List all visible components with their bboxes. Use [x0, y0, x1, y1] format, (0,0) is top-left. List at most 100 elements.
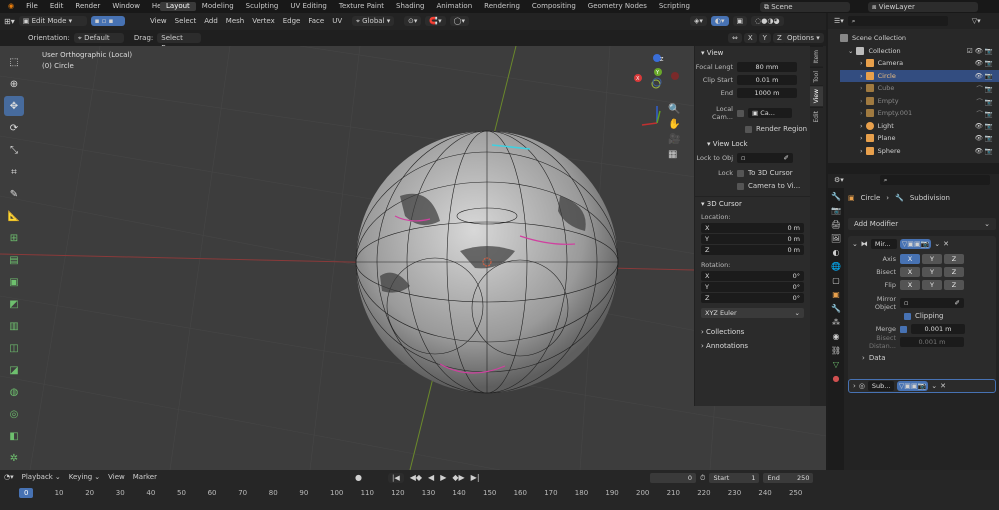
- local-camera-checkbox[interactable]: [737, 109, 744, 117]
- select-mode-buttons[interactable]: ▪ ▫ ▪: [90, 16, 125, 26]
- mirror-modifier-name[interactable]: Mir...: [870, 239, 897, 249]
- world-tab-icon[interactable]: 🌐: [831, 262, 841, 271]
- clip-end-field[interactable]: 1000 m: [737, 88, 797, 98]
- tab-sculpting[interactable]: Sculpting: [240, 2, 285, 11]
- location-y-field[interactable]: Y 0 m: [701, 234, 804, 244]
- flip-x[interactable]: X: [900, 280, 920, 290]
- mirror-axis-z[interactable]: Z: [944, 254, 964, 264]
- knife-tool-icon[interactable]: ◫: [4, 338, 24, 358]
- eye-icon[interactable]: 👁 📷: [975, 122, 993, 130]
- blender-logo-icon[interactable]: ◉: [2, 2, 20, 11]
- camera-to-view-checkbox[interactable]: [737, 182, 744, 190]
- properties-editor-icon[interactable]: ⚙▾: [834, 176, 844, 184]
- view-lock-section-header[interactable]: ▾ View Lock: [695, 137, 810, 151]
- render-tab-icon[interactable]: 📷: [831, 206, 841, 215]
- snap-icon[interactable]: 🧲▾: [425, 16, 446, 26]
- outliner-editor-icon[interactable]: ☰▾: [834, 17, 844, 25]
- annotations-section-header[interactable]: › Annotations: [695, 339, 810, 353]
- physics-tab-icon[interactable]: ◉: [833, 332, 840, 341]
- modifier-tab-icon[interactable]: 🔧: [831, 304, 841, 313]
- rotation-z-field[interactable]: Z 0°: [701, 293, 804, 303]
- collections-section-header[interactable]: › Collections: [695, 325, 810, 339]
- menu-view[interactable]: View: [146, 16, 171, 26]
- outliner-item-plane[interactable]: › Plane 👁 📷: [840, 132, 999, 145]
- outliner-item-cube[interactable]: › Cube ⌒ 📷: [840, 82, 999, 95]
- focal-length-field[interactable]: 80 mm: [737, 62, 797, 72]
- spin-tool-icon[interactable]: ◍: [4, 382, 24, 402]
- menu-vertex[interactable]: Vertex: [248, 16, 279, 26]
- rotate-tool-icon[interactable]: ⟳: [4, 118, 24, 138]
- rotation-y-field[interactable]: Y 0°: [701, 282, 804, 292]
- subdivision-modifier-panel[interactable]: › ◎ Sub... ▽▣▣📷 ⌄ ✕: [848, 379, 996, 393]
- outliner-item-light[interactable]: › Light 👁 📷: [840, 120, 999, 133]
- proportional-edit-icon[interactable]: ◯▾: [449, 16, 469, 26]
- menu-select[interactable]: Select: [171, 16, 201, 26]
- eyedropper-icon[interactable]: ✐: [784, 153, 789, 163]
- chevron-right-icon[interactable]: ›: [853, 382, 856, 390]
- sphere-mesh[interactable]: [355, 130, 619, 394]
- dropdown-icon[interactable]: ⌄: [931, 382, 937, 390]
- tab-uv-editing[interactable]: UV Editing: [284, 2, 333, 11]
- scene-selector[interactable]: ⧉ Scene: [760, 2, 850, 12]
- eye-icon[interactable]: 👁 📷: [975, 59, 993, 67]
- scale-tool-icon[interactable]: ⤡: [4, 140, 24, 160]
- rotation-x-field[interactable]: X 0°: [701, 271, 804, 281]
- smooth-tool-icon[interactable]: ◎: [4, 404, 24, 424]
- mirror-y-toggle[interactable]: Y: [758, 33, 771, 43]
- tab-tool[interactable]: Tool: [810, 66, 823, 86]
- view-layer-selector[interactable]: ⧈ ViewLayer: [868, 2, 978, 12]
- bisect-z[interactable]: Z: [944, 267, 964, 277]
- output-tab-icon[interactable]: 🖨: [831, 220, 841, 229]
- shrink-tool-icon[interactable]: ✲: [4, 448, 24, 468]
- eye-closed-icon[interactable]: ⌒ 📷: [976, 108, 993, 118]
- tab-scripting[interactable]: Scripting: [653, 2, 696, 11]
- measure-tool-icon[interactable]: 📐: [4, 206, 24, 226]
- location-z-field[interactable]: Z 0 m: [701, 245, 804, 255]
- tab-compositing[interactable]: Compositing: [526, 2, 582, 11]
- cursor-tool-icon[interactable]: ⊕: [4, 74, 24, 94]
- tab-view[interactable]: View: [810, 85, 823, 107]
- flip-z[interactable]: Z: [944, 280, 964, 290]
- filter-icon[interactable]: ▽▾: [972, 17, 981, 25]
- data-tab-icon[interactable]: ▽: [833, 360, 839, 369]
- outliner-item-empty-001[interactable]: › Empty.001 ⌒ 📷: [840, 107, 999, 120]
- tab-item[interactable]: Item: [810, 46, 823, 67]
- bisect-x[interactable]: X: [900, 267, 920, 277]
- mirror-axis-y[interactable]: Y: [922, 254, 942, 264]
- menu-edge[interactable]: Edge: [279, 16, 305, 26]
- tab-texture-paint[interactable]: Texture Paint: [333, 2, 390, 11]
- hand-pan-icon[interactable]: ✋: [668, 119, 680, 130]
- pivot-icon[interactable]: ⊙▾: [404, 16, 422, 26]
- mirror-object-field[interactable]: ▫ ✐: [900, 298, 964, 308]
- close-icon[interactable]: ✕: [943, 240, 949, 248]
- outliner-item-circle[interactable]: › Circle 👁 📷: [840, 69, 999, 82]
- eye-icon[interactable]: 👁 📷: [975, 72, 993, 80]
- xray-icon[interactable]: ▣: [732, 16, 748, 26]
- chevron-down-icon[interactable]: ⌄: [852, 240, 858, 248]
- eye-closed-icon[interactable]: ⌒ 📷: [976, 96, 993, 106]
- menu-mesh[interactable]: Mesh: [222, 16, 248, 26]
- outliner-item-camera[interactable]: › Camera 👁 📷: [840, 57, 999, 70]
- scene-tab-icon[interactable]: ◐: [833, 248, 840, 257]
- render-region-checkbox[interactable]: [745, 125, 752, 133]
- merge-distance-field[interactable]: 0.001 m: [911, 324, 965, 334]
- outliner-item-sphere[interactable]: › Sphere 👁 📷: [840, 145, 999, 158]
- lock-to-object-field[interactable]: ▫ ✐: [737, 153, 793, 163]
- select-box-tool-icon[interactable]: ⬚: [4, 52, 24, 72]
- add-cube-tool-icon[interactable]: ⊞: [4, 228, 24, 248]
- shading-modes[interactable]: ◌●◑◕: [751, 16, 784, 26]
- tab-modeling[interactable]: Modeling: [196, 2, 240, 11]
- edit-mode-toggle-icon[interactable]: ▽▣▣📷: [896, 381, 929, 391]
- eye-closed-icon[interactable]: ⌒ 📷: [976, 83, 993, 93]
- camera-view-icon[interactable]: 🎥: [668, 134, 680, 145]
- tab-shading[interactable]: Shading: [390, 2, 430, 11]
- bevel-tool-icon[interactable]: ◩: [4, 294, 24, 314]
- menu-file[interactable]: File: [20, 2, 44, 11]
- 3d-cursor-section-header[interactable]: ▾ 3D Cursor: [695, 196, 810, 211]
- bisect-distance-field[interactable]: 0.001 m: [900, 337, 964, 347]
- mirror-x-toggle[interactable]: X: [743, 33, 757, 43]
- scene-collection-row[interactable]: Scene Collection: [840, 32, 999, 45]
- eye-icon[interactable]: 👁 📷: [975, 134, 993, 142]
- view-layer-tab-icon[interactable]: 🖼: [831, 234, 841, 243]
- clip-start-field[interactable]: 0.01 m: [737, 75, 797, 85]
